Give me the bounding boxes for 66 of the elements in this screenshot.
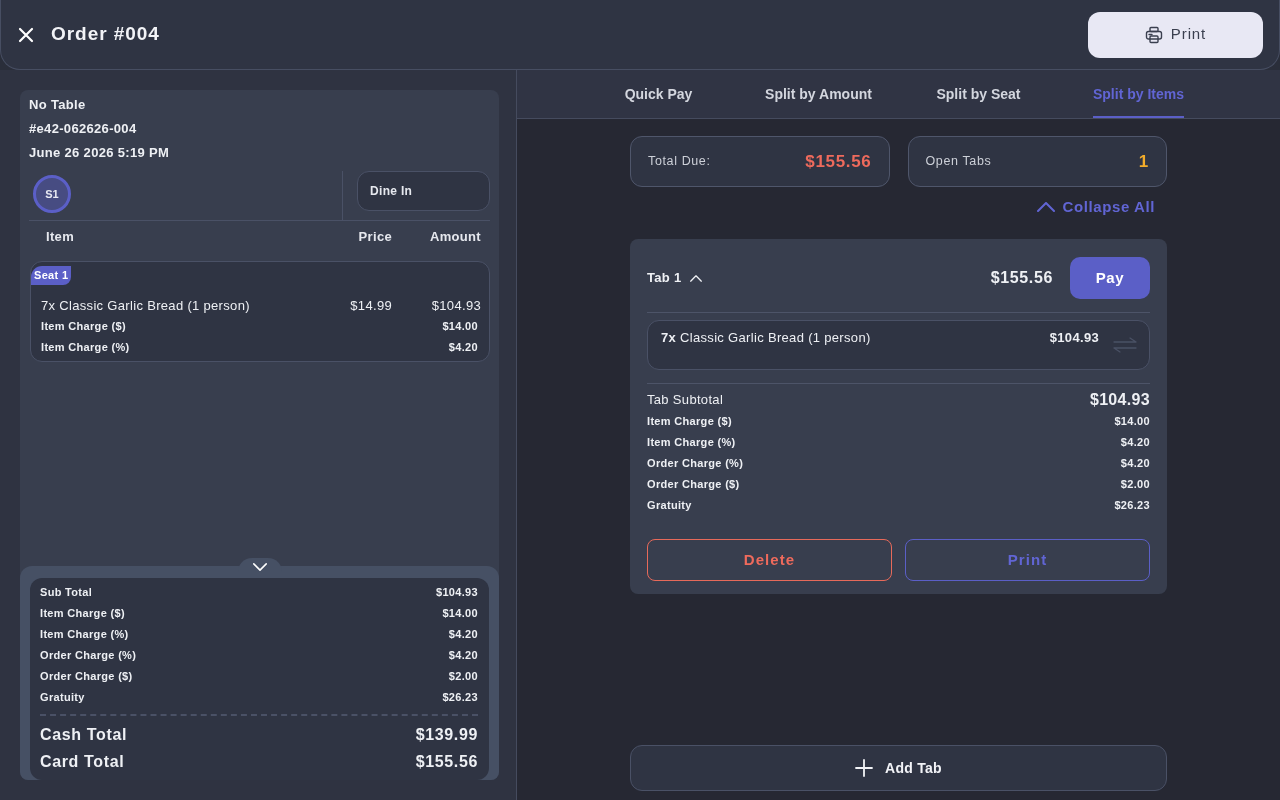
item-amount: $104.93: [431, 298, 481, 313]
charge-label: Order Charge ($): [647, 477, 740, 492]
summary-label: Sub Total: [40, 585, 93, 600]
chevron-down-icon: [252, 563, 267, 571]
stat-value: $155.56: [805, 150, 872, 173]
stat-label: Open Tabs: [925, 153, 992, 171]
order-datetime: June 26 2026 5:19 PM: [29, 144, 170, 162]
chevron-up-icon[interactable]: [689, 274, 702, 282]
order-title: Order #004: [51, 22, 160, 47]
seat-badge: Seat 1: [31, 266, 72, 285]
charge-label: Order Charge (%): [647, 456, 744, 471]
charge-label: Item Charge ($): [647, 414, 732, 429]
close-icon[interactable]: [18, 26, 34, 43]
item-amount: $104.93: [1049, 329, 1099, 347]
column-header: Item: [46, 229, 74, 244]
item-price: $14.99: [350, 298, 392, 313]
summary-amount: $2.00: [448, 669, 478, 684]
payment-tab[interactable]: Split by Amount: [765, 70, 872, 118]
add-tab-button[interactable]: Add Tab: [630, 745, 1167, 791]
summary-label: Gratuity: [40, 690, 85, 705]
summary-amount: $104.93: [436, 585, 478, 600]
charge-label: Item Charge (%): [647, 435, 736, 450]
tab-item[interactable]: 7x Classic Garlic Bread (1 person) $104.93: [647, 320, 1150, 370]
summary-label: Item Charge (%): [40, 627, 129, 642]
charge-amount: $4.20: [1120, 456, 1150, 471]
total-label: Card Total: [40, 752, 125, 772]
plus-icon: [855, 759, 874, 777]
chevron-up-icon: [1036, 202, 1055, 212]
charge-amount: $14.00: [1114, 414, 1150, 429]
summary-amount: $26.23: [442, 690, 478, 705]
charge-amount: $2.00: [1120, 477, 1150, 492]
table-label: No Table: [29, 96, 86, 114]
column-header: Price: [358, 229, 392, 244]
stat-value: 1: [1138, 150, 1149, 173]
summary-amount: $14.00: [442, 606, 478, 621]
seat-button[interactable]: S1: [33, 175, 71, 213]
subtotal-label: Tab Subtotal: [647, 391, 724, 409]
subtotal-amount: $104.93: [1089, 390, 1150, 410]
tab-title: Tab 1: [647, 269, 682, 288]
order-number: #e42-062626-004: [29, 120, 137, 138]
payment-tab[interactable]: Quick Pay: [624, 70, 693, 118]
charge-amount: $4.20: [1120, 435, 1150, 450]
charge-label: Item Charge ($): [41, 319, 126, 334]
column-header: Amount: [429, 229, 481, 244]
summary-label: Order Charge ($): [40, 669, 133, 684]
total-amount: $155.56: [415, 752, 478, 772]
item-name: 7x Classic Garlic Bread (1 person): [41, 297, 250, 315]
summary-label: Item Charge ($): [40, 606, 125, 621]
order-type-field[interactable]: Dine In: [357, 171, 490, 211]
pay-button[interactable]: Pay: [1070, 257, 1150, 299]
item-name: 7x Classic Garlic Bread (1 person): [661, 329, 871, 347]
payment-tab[interactable]: Split by Seat: [936, 70, 1021, 118]
summary-label: Order Charge (%): [40, 648, 137, 663]
charge-label: Gratuity: [647, 498, 692, 513]
stat-label: Total Due:: [648, 153, 711, 171]
summary-amount: $4.20: [448, 627, 478, 642]
print-button[interactable]: Print: [1088, 11, 1263, 58]
charge-label: Item Charge (%): [41, 340, 130, 355]
charge-amount: $26.23: [1114, 498, 1150, 513]
charge-amount: $14.00: [442, 319, 478, 334]
summary-amount: $4.20: [448, 648, 478, 663]
total-amount: $139.99: [415, 725, 478, 745]
charge-amount: $4.20: [448, 340, 478, 355]
printer-icon: [1144, 25, 1163, 44]
tab-total: $155.56: [990, 268, 1053, 288]
total-label: Cash Total: [40, 725, 127, 745]
